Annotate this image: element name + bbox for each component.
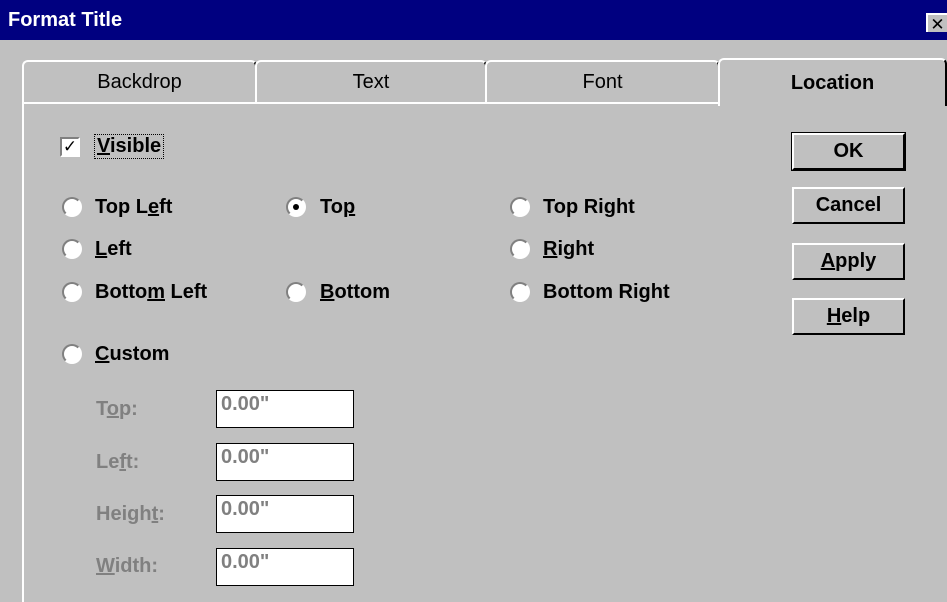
tab-location-label: Location: [790, 71, 875, 94]
close-button[interactable]: ✕: [926, 13, 947, 34]
window-left-edge: [0, 40, 6, 593]
tab-location[interactable]: Location: [718, 58, 947, 106]
window-title: Format Title: [8, 9, 123, 31]
tab-font-label: Font: [582, 70, 623, 93]
title-bar: Format Title ✕: [0, 0, 947, 40]
tab-backdrop-label: Backdrop: [97, 70, 182, 93]
tab-backdrop[interactable]: Backdrop: [22, 60, 257, 102]
tab-text[interactable]: Text: [255, 60, 487, 102]
tab-font[interactable]: Font: [485, 60, 720, 102]
tab-text-label: Text: [352, 70, 390, 93]
location-tab-panel: [22, 102, 947, 602]
